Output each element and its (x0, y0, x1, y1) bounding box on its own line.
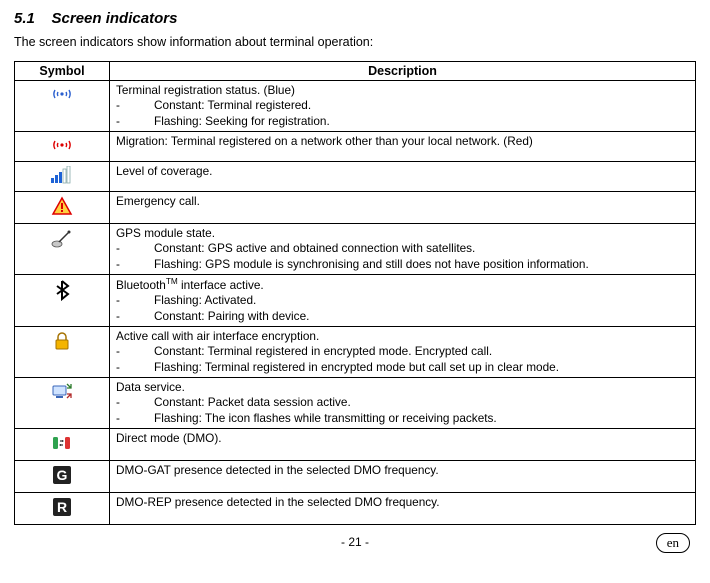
emergency-icon (51, 196, 73, 219)
dmo-gat-icon: G (52, 465, 72, 488)
symbol-cell (15, 161, 110, 191)
table-row: R DMO-REP presence detected in the select… (15, 492, 696, 524)
description-lead: DMO-GAT presence detected in the selecte… (116, 463, 689, 478)
description-lead: Migration: Terminal registered on a netw… (116, 134, 689, 149)
description-lead: Level of coverage. (116, 164, 689, 179)
data-icon (51, 382, 73, 405)
symbol-cell (15, 191, 110, 223)
table-row: Migration: Terminal registered on a netw… (15, 131, 696, 161)
description-cell: Direct mode (DMO). (110, 428, 696, 460)
heading-number: 5.1 (14, 10, 35, 27)
table-row: GPS module state.-Constant: GPS active a… (15, 223, 696, 274)
description-bullet: -Flashing: Terminal registered in encryp… (116, 360, 689, 375)
description-cell: Emergency call. (110, 191, 696, 223)
symbol-cell (15, 131, 110, 161)
page-number: - 21 - (341, 535, 369, 549)
dmo-icon (50, 433, 74, 456)
symbol-cell (15, 274, 110, 326)
description-bullet: -Flashing: GPS module is synchronising a… (116, 257, 689, 272)
description-bullet: -Constant: Terminal registered in encryp… (116, 344, 689, 359)
description-cell: Terminal registration status. (Blue)-Con… (110, 81, 696, 132)
dmo-rep-icon: R (52, 497, 72, 520)
table-row: Direct mode (DMO). (15, 428, 696, 460)
description-lead: Direct mode (DMO). (116, 431, 689, 446)
symbol-cell (15, 428, 110, 460)
table-row: Level of coverage. (15, 161, 696, 191)
description-cell: Active call with air interface encryptio… (110, 326, 696, 377)
signal-red-icon (51, 136, 73, 157)
description-bullet: -Flashing: Activated. (116, 293, 689, 308)
page-footer: - 21 - en (14, 533, 696, 559)
signal-blue-icon (51, 85, 73, 106)
svg-text:R: R (57, 499, 67, 515)
heading-title: Screen indicators (52, 10, 178, 27)
description-lead: Emergency call. (116, 194, 689, 209)
description-lead: Data service. (116, 380, 689, 395)
symbol-cell (15, 223, 110, 274)
symbol-cell (15, 81, 110, 132)
table-row: BluetoothTM interface active.-Flashing: … (15, 274, 696, 326)
table-row: Data service.-Constant: Packet data sess… (15, 377, 696, 428)
gps-icon (51, 228, 73, 253)
symbol-cell: G (15, 460, 110, 492)
description-bullet: -Constant: GPS active and obtained conne… (116, 241, 689, 256)
description-cell: Level of coverage. (110, 161, 696, 191)
description-cell: GPS module state.-Constant: GPS active a… (110, 223, 696, 274)
description-lead: DMO-REP presence detected in the selecte… (116, 495, 689, 510)
table-row: G DMO-GAT presence detected in the select… (15, 460, 696, 492)
intro-text: The screen indicators show information a… (14, 35, 696, 49)
symbol-cell: R (15, 492, 110, 524)
col-description: Description (110, 62, 696, 81)
description-lead: Terminal registration status. (Blue) (116, 83, 689, 98)
coverage-icon (50, 166, 74, 187)
description-cell: Migration: Terminal registered on a netw… (110, 131, 696, 161)
section-heading: 5.1 Screen indicators (14, 10, 696, 27)
description-lead: Active call with air interface encryptio… (116, 329, 689, 344)
encrypted-icon (53, 331, 71, 354)
description-bullet: -Constant: Pairing with device. (116, 309, 689, 324)
description-lead: BluetoothTM interface active. (116, 277, 689, 293)
indicators-table: Symbol Description Terminal registration… (14, 61, 696, 525)
symbol-cell (15, 326, 110, 377)
symbol-cell (15, 377, 110, 428)
table-row: Emergency call. (15, 191, 696, 223)
language-badge: en (656, 533, 690, 553)
table-row: Terminal registration status. (Blue)-Con… (15, 81, 696, 132)
description-bullet: -Flashing: The icon flashes while transm… (116, 411, 689, 426)
description-lead: GPS module state. (116, 226, 689, 241)
description-cell: DMO-REP presence detected in the selecte… (110, 492, 696, 524)
description-bullet: -Flashing: Seeking for registration. (116, 114, 689, 129)
description-cell: Data service.-Constant: Packet data sess… (110, 377, 696, 428)
col-symbol: Symbol (15, 62, 110, 81)
description-bullet: -Constant: Packet data session active. (116, 395, 689, 410)
table-row: Active call with air interface encryptio… (15, 326, 696, 377)
description-bullet: -Constant: Terminal registered. (116, 98, 689, 113)
svg-text:G: G (57, 467, 68, 483)
description-cell: DMO-GAT presence detected in the selecte… (110, 460, 696, 492)
description-cell: BluetoothTM interface active.-Flashing: … (110, 274, 696, 326)
bluetooth-icon (54, 279, 70, 304)
